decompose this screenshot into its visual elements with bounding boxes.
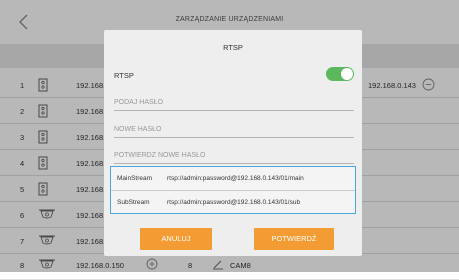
confirm-button[interactable]: POTWIERDŹ <box>254 228 334 250</box>
sub-stream-row[interactable]: SubStream rtsp://admin:password@192.168.0… <box>117 199 300 206</box>
main-stream-url: rtsp://admin:password@192.168.0.143/01/m… <box>167 175 304 182</box>
main-stream-row[interactable]: MainStream rtsp://admin:password@192.168.… <box>117 175 304 182</box>
rtsp-dialog: RTSP RTSP MainStream rtsp://admin:passwor… <box>104 30 362 256</box>
toggle-knob <box>341 68 353 80</box>
confirm-password-input[interactable] <box>114 146 354 165</box>
sub-stream-label: SubStream <box>117 199 150 206</box>
new-password-input[interactable] <box>114 120 354 139</box>
confirm-password-field <box>114 144 354 165</box>
stream-urls-box: MainStream rtsp://admin:password@192.168.… <box>110 166 356 214</box>
current-password-input[interactable] <box>114 93 354 112</box>
current-password-field <box>114 91 354 112</box>
cancel-button[interactable]: ANULUJ <box>140 228 212 250</box>
stream-divider <box>111 190 355 191</box>
main-stream-label: MainStream <box>117 175 153 182</box>
rtsp-toggle[interactable] <box>326 67 354 81</box>
dialog-title: RTSP <box>223 43 243 52</box>
rtsp-toggle-label: RTSP <box>114 71 134 80</box>
sub-stream-url: rtsp://admin:password@192.168.0.143/01/s… <box>167 199 301 206</box>
new-password-field <box>114 118 354 139</box>
